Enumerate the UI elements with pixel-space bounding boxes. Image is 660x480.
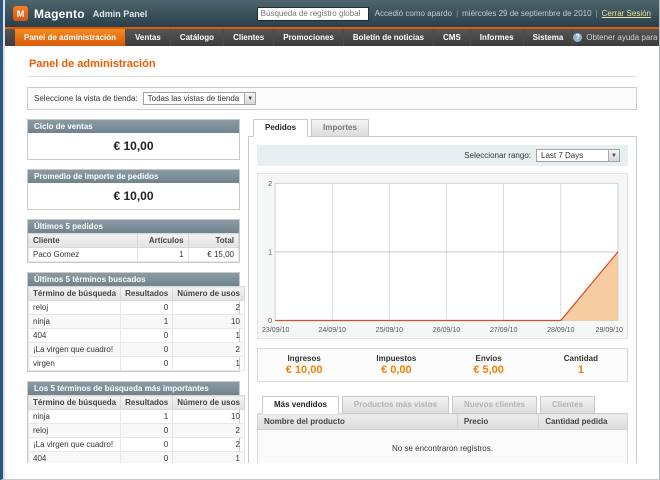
nav-item-informes[interactable]: Informes <box>471 29 524 46</box>
dashboard-main: Pedidos Importes Seleccionar rango: Last… <box>248 119 637 463</box>
svg-text:24/09/10: 24/09/10 <box>319 326 346 334</box>
session-info: Accedió como apardo | miércoles 29 de se… <box>375 9 651 18</box>
table-row[interactable]: 40401 <box>29 329 245 343</box>
tab-importes[interactable]: Importes <box>311 119 369 137</box>
orders-chart: 0 1 2 23/09/10 24/09/10 25/09/10 26/09/10 27/09… <box>257 173 628 339</box>
range-select[interactable]: Last 7 Days ▼ <box>536 149 620 162</box>
last-search-table: Término de búsqueda Resultados Número de… <box>28 286 245 371</box>
top-header: M Magento Admin Panel Accedió como apard… <box>5 0 659 27</box>
empty-message: No se encontraron registros. <box>258 430 628 464</box>
svg-text:29/09/10: 29/09/10 <box>596 326 623 334</box>
box-title: Promedio de importe de pedidos <box>28 170 239 183</box>
current-date: miércoles 29 de septiembre de 2010 <box>462 9 591 18</box>
store-view-label: Seleccione la vista de tienda: <box>34 94 138 103</box>
svg-text:25/09/10: 25/09/10 <box>376 326 403 334</box>
orders-chart-svg: 0 1 2 23/09/10 24/09/10 25/09/10 26/09/10 27/09… <box>261 177 624 335</box>
svg-text:27/09/10: 27/09/10 <box>490 326 517 334</box>
logo-title: Magento <box>34 7 85 21</box>
table-row[interactable]: Paco Gomez 1 € 15,00 <box>29 248 239 262</box>
svg-text:28/09/10: 28/09/10 <box>547 326 574 334</box>
table-row[interactable]: ¡La virgen que cuadro!02 <box>29 438 245 452</box>
box-title: Últimos 5 términos buscados <box>28 273 239 286</box>
nav-item-clientes[interactable]: Clientes <box>224 29 274 46</box>
chevron-down-icon: ▼ <box>244 93 255 104</box>
svg-text:2: 2 <box>268 180 272 188</box>
nav-item-boletin[interactable]: Boletín de noticias <box>344 29 434 46</box>
stat-envios: Envíos € 5,00 <box>443 354 535 376</box>
tab-nuevos-clientes[interactable]: Nuevos clientes <box>452 396 537 414</box>
tab-pedidos[interactable]: Pedidos <box>253 119 308 137</box>
nav-item-cms[interactable]: CMS <box>434 29 471 46</box>
last-orders-box: Últimos 5 pedidos Cliente Artículos Tota… <box>27 219 240 263</box>
chart-tabs: Pedidos Importes <box>248 119 637 137</box>
range-label: Seleccionar rango: <box>464 151 531 160</box>
range-bar: Seleccionar rango: Last 7 Days ▼ <box>257 145 628 166</box>
nav-item-promociones[interactable]: Promociones <box>274 29 344 46</box>
table-row[interactable]: ninja110 <box>29 315 245 329</box>
top-search-table: Término de búsqueda Resultados Número de… <box>28 395 245 463</box>
app-window: M Magento Admin Panel Accedió como apard… <box>0 0 660 480</box>
products-table: Nombre del producto Precio Cantidad pedi… <box>257 413 628 463</box>
table-row[interactable]: 40401 <box>29 452 245 464</box>
table-row[interactable]: ¡La virgen que cuadro!02 <box>29 343 245 357</box>
sidebar: Ciclo de ventas € 10,00 Promedio de impo… <box>27 119 240 463</box>
nav-item-dashboard[interactable]: Panel de administración <box>15 29 126 46</box>
page-title: Panel de administración <box>27 54 637 76</box>
main-nav: Panel de administración Ventas Catálogo … <box>5 27 659 46</box>
average-orders-box: Promedio de importe de pedidos € 10,00 <box>27 169 240 210</box>
nav-item-sistema[interactable]: Sistema <box>524 29 574 46</box>
chevron-down-icon: ▼ <box>608 150 619 161</box>
table-row[interactable]: virgen01 <box>29 357 245 371</box>
tab-clientes[interactable]: Clientes <box>540 396 595 414</box>
empty-row: No se encontraron registros. <box>258 430 628 464</box>
nav-item-catalogo[interactable]: Catálogo <box>171 29 224 46</box>
table-row[interactable]: ninja110 <box>29 410 245 424</box>
last-orders-table: Cliente Artículos Total Paco Gomez 1 € 1… <box>28 233 239 262</box>
help-icon: ? <box>573 33 582 42</box>
box-title: Los 5 términos de búsqueda más important… <box>28 382 239 395</box>
table-row[interactable]: reloj02 <box>29 301 245 315</box>
svg-text:23/09/10: 23/09/10 <box>262 326 289 334</box>
table-row[interactable]: reloj02 <box>29 424 245 438</box>
products-tabs: Más vendidos Productos más vistos Nuevos… <box>257 396 628 414</box>
svg-text:1: 1 <box>268 248 272 256</box>
lifetime-sales-box: Ciclo de ventas € 10,00 <box>27 119 240 160</box>
svg-text:26/09/10: 26/09/10 <box>433 326 460 334</box>
logged-in-as: Accedió como apardo <box>375 9 452 18</box>
content-area: Panel de administración Seleccione la vi… <box>5 46 659 463</box>
tab-mas-vendidos[interactable]: Más vendidos <box>262 396 339 414</box>
store-view-select[interactable]: Todas las vistas de tienda ▼ <box>143 92 257 105</box>
tab-productos-mas-vistos[interactable]: Productos más vistos <box>342 396 449 414</box>
store-view-bar: Seleccione la vista de tienda: Todas las… <box>27 87 637 110</box>
top-search-terms-box: Los 5 términos de búsqueda más important… <box>27 381 240 463</box>
last-search-terms-box: Últimos 5 términos buscados Término de b… <box>27 272 240 372</box>
nav-item-ventas[interactable]: Ventas <box>126 29 171 46</box>
svg-text:0: 0 <box>268 317 272 325</box>
chart-panel: Seleccionar rango: Last 7 Days ▼ 0 1 2 23/0… <box>248 136 637 463</box>
global-search-input[interactable] <box>257 7 369 21</box>
logout-link[interactable]: Cerrar Sesión <box>602 9 651 18</box>
stat-ingresos: Ingresos € 10,00 <box>258 354 350 376</box>
box-title: Últimos 5 pedidos <box>28 220 239 233</box>
logo-subtitle: Admin Panel <box>93 9 148 19</box>
box-title: Ciclo de ventas <box>28 120 239 133</box>
stat-impuestos: Impuestos € 0,00 <box>350 354 442 376</box>
lifetime-sales-value: € 10,00 <box>28 133 239 159</box>
totals-row: Ingresos € 10,00 Impuestos € 0,00 Envíos… <box>257 348 628 382</box>
stat-cantidad: Cantidad 1 <box>535 354 627 376</box>
average-orders-value: € 10,00 <box>28 183 239 209</box>
help-link[interactable]: ? Obtener ayuda para esta página <box>573 29 660 46</box>
magento-logo-icon: M <box>13 6 28 21</box>
